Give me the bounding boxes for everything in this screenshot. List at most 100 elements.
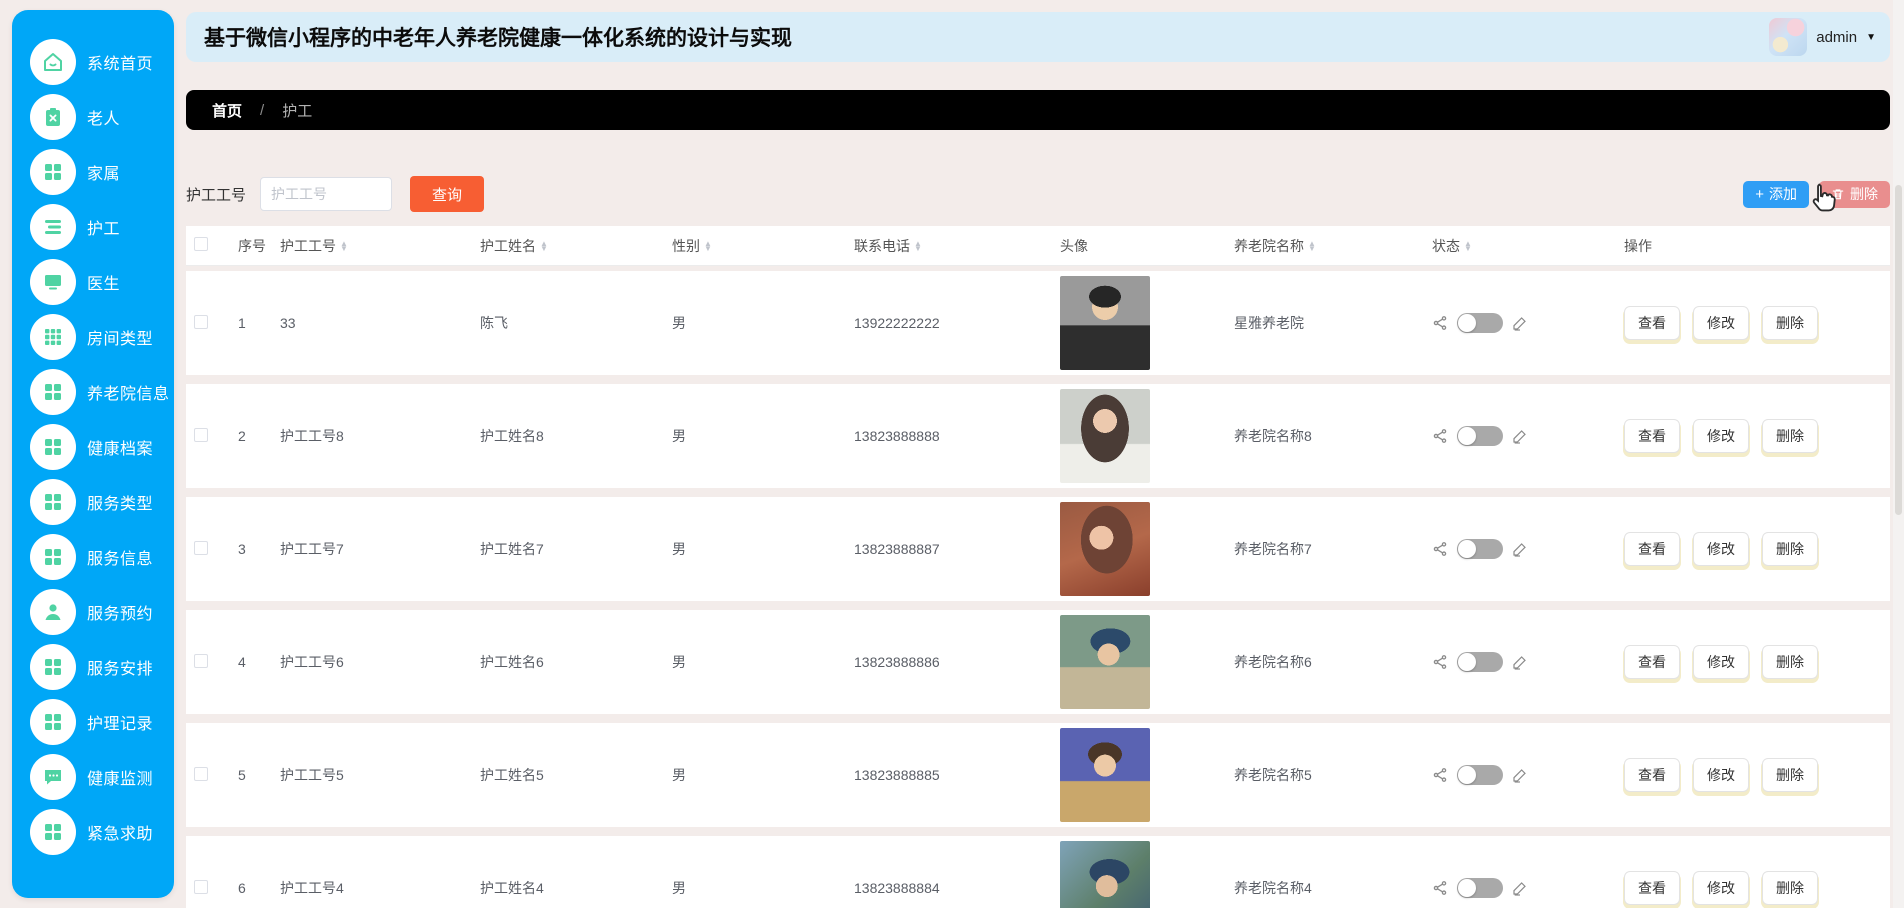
sort-icon[interactable]: ▲ ▼ bbox=[704, 239, 712, 252]
sidebar-item-老人[interactable]: 老人 bbox=[12, 89, 174, 144]
sidebar-item-养老院信息[interactable]: 养老院信息 bbox=[12, 364, 174, 419]
delete-button[interactable]: 删除 bbox=[1819, 180, 1890, 208]
cell-org: 养老院名称4 bbox=[1234, 880, 1312, 896]
cell-status bbox=[1424, 539, 1616, 559]
sidebar-item-健康档案[interactable]: 健康档案 bbox=[12, 419, 174, 474]
edit-button[interactable]: 修改 bbox=[1693, 419, 1749, 453]
cell-actions: 查看 修改 删除 bbox=[1616, 532, 1890, 566]
view-button[interactable]: 查看 bbox=[1624, 306, 1680, 340]
grid-icon bbox=[30, 148, 76, 195]
sidebar-menu: 系统首页 老人 家属 护工 医生 房间类型 养老院信息 健康档案 服务类型 服务… bbox=[12, 34, 174, 859]
sidebar-item-房间类型[interactable]: 房间类型 bbox=[12, 309, 174, 364]
share-icon[interactable] bbox=[1432, 654, 1448, 670]
share-icon[interactable] bbox=[1432, 428, 1448, 444]
sidebar-item-服务预约[interactable]: 服务预约 bbox=[12, 584, 174, 639]
row-checkbox[interactable] bbox=[194, 653, 208, 668]
admin-dropdown[interactable]: admin ▼ bbox=[1769, 18, 1876, 56]
delete-row-button[interactable]: 删除 bbox=[1762, 758, 1818, 792]
column-header-联系电话: 联系电话 ▲ ▼ bbox=[854, 237, 922, 254]
status-toggle[interactable] bbox=[1457, 878, 1503, 898]
sidebar-item-护工[interactable]: 护工 bbox=[12, 199, 174, 254]
status-toggle[interactable] bbox=[1457, 539, 1503, 559]
cell-index: 6 bbox=[238, 880, 246, 896]
sidebar-item-医生[interactable]: 医生 bbox=[12, 254, 174, 309]
row-checkbox[interactable] bbox=[194, 314, 208, 329]
sort-icon[interactable]: ▲ ▼ bbox=[1464, 239, 1472, 252]
table-body: 1 33 陈飞 男 13922222222 星雅养老院 查看 修改 删除 2 护… bbox=[186, 271, 1890, 908]
sidebar-item-健康监测[interactable]: 健康监测 bbox=[12, 749, 174, 804]
cell-index: 1 bbox=[238, 315, 246, 331]
cell-actions: 查看 修改 删除 bbox=[1616, 645, 1890, 679]
edit-button[interactable]: 修改 bbox=[1693, 871, 1749, 905]
edit-button[interactable]: 修改 bbox=[1693, 306, 1749, 340]
row-checkbox[interactable] bbox=[194, 766, 208, 781]
sort-icon[interactable]: ▲ ▼ bbox=[540, 239, 548, 252]
view-button[interactable]: 查看 bbox=[1624, 532, 1680, 566]
cell-gender: 男 bbox=[672, 767, 686, 783]
cell-index: 5 bbox=[238, 767, 246, 783]
pencil-icon[interactable] bbox=[1512, 428, 1528, 444]
status-toggle[interactable] bbox=[1457, 426, 1503, 446]
scrollbar[interactable] bbox=[1893, 0, 1904, 908]
query-button[interactable]: 查询 bbox=[410, 176, 485, 212]
row-checkbox[interactable] bbox=[194, 879, 208, 894]
status-toggle[interactable] bbox=[1457, 765, 1503, 785]
cell-actions: 查看 修改 删除 bbox=[1616, 306, 1890, 340]
sort-icon[interactable]: ▲ ▼ bbox=[1308, 239, 1316, 252]
pencil-icon[interactable] bbox=[1512, 880, 1528, 896]
share-icon[interactable] bbox=[1432, 315, 1448, 331]
sidebar-item-护理记录[interactable]: 护理记录 bbox=[12, 694, 174, 749]
sidebar-item-服务信息[interactable]: 服务信息 bbox=[12, 529, 174, 584]
breadcrumb-home[interactable]: 首页 bbox=[212, 100, 242, 121]
cell-worker-id: 护工工号6 bbox=[280, 654, 344, 670]
select-all-checkbox[interactable] bbox=[194, 237, 208, 251]
delete-row-button[interactable]: 删除 bbox=[1762, 871, 1818, 905]
sidebar-item-家属[interactable]: 家属 bbox=[12, 144, 174, 199]
sidebar-item-系统首页[interactable]: 系统首页 bbox=[12, 34, 174, 89]
top-header: 基于微信小程序的中老年人养老院健康一体化系统的设计与实现 admin ▼ bbox=[186, 12, 1890, 62]
share-icon[interactable] bbox=[1432, 880, 1448, 896]
share-icon[interactable] bbox=[1432, 541, 1448, 557]
grid-icon bbox=[30, 698, 76, 745]
sidebar-item-服务类型[interactable]: 服务类型 bbox=[12, 474, 174, 529]
column-header-操作: 操作 ▲▼ bbox=[1624, 237, 1652, 254]
breadcrumb-separator: / bbox=[260, 101, 265, 119]
search-input[interactable] bbox=[260, 177, 393, 211]
grid-icon bbox=[30, 423, 76, 470]
sort-icon[interactable]: ▲ ▼ bbox=[340, 239, 348, 252]
pencil-icon[interactable] bbox=[1512, 767, 1528, 783]
delete-row-button[interactable]: 删除 bbox=[1762, 532, 1818, 566]
row-checkbox[interactable] bbox=[194, 540, 208, 555]
cell-phone: 13823888887 bbox=[854, 541, 940, 557]
pencil-icon[interactable] bbox=[1512, 315, 1528, 331]
sidebar-item-服务安排[interactable]: 服务安排 bbox=[12, 639, 174, 694]
edit-button[interactable]: 修改 bbox=[1693, 532, 1749, 566]
pencil-icon[interactable] bbox=[1512, 541, 1528, 557]
view-button[interactable]: 查看 bbox=[1624, 871, 1680, 905]
home-icon bbox=[30, 38, 76, 85]
cell-name: 护工姓名7 bbox=[480, 541, 544, 557]
status-toggle[interactable] bbox=[1457, 652, 1503, 672]
share-icon[interactable] bbox=[1432, 767, 1448, 783]
add-button[interactable]: + 添加 bbox=[1743, 180, 1809, 208]
edit-button[interactable]: 修改 bbox=[1693, 645, 1749, 679]
status-toggle[interactable] bbox=[1457, 313, 1503, 333]
delete-row-button[interactable]: 删除 bbox=[1762, 419, 1818, 453]
pencil-icon[interactable] bbox=[1512, 654, 1528, 670]
edit-button[interactable]: 修改 bbox=[1693, 758, 1749, 792]
delete-row-button[interactable]: 删除 bbox=[1762, 645, 1818, 679]
view-button[interactable]: 查看 bbox=[1624, 645, 1680, 679]
cell-index: 4 bbox=[238, 654, 246, 670]
scrollbar-thumb[interactable] bbox=[1895, 185, 1902, 515]
grid-icon bbox=[30, 478, 76, 525]
view-button[interactable]: 查看 bbox=[1624, 758, 1680, 792]
cell-actions: 查看 修改 删除 bbox=[1616, 871, 1890, 905]
sort-icon[interactable]: ▲ ▼ bbox=[914, 239, 922, 252]
cell-index: 3 bbox=[238, 541, 246, 557]
table-row: 4 护工工号6 护工姓名6 男 13823888886 养老院名称6 查看 修改删… bbox=[186, 610, 1890, 714]
view-button[interactable]: 查看 bbox=[1624, 419, 1680, 453]
row-checkbox[interactable] bbox=[194, 427, 208, 442]
delete-row-button[interactable]: 删除 bbox=[1762, 306, 1818, 340]
badge-icon bbox=[30, 93, 76, 140]
sidebar-item-紧急求助[interactable]: 紧急求助 bbox=[12, 804, 174, 859]
